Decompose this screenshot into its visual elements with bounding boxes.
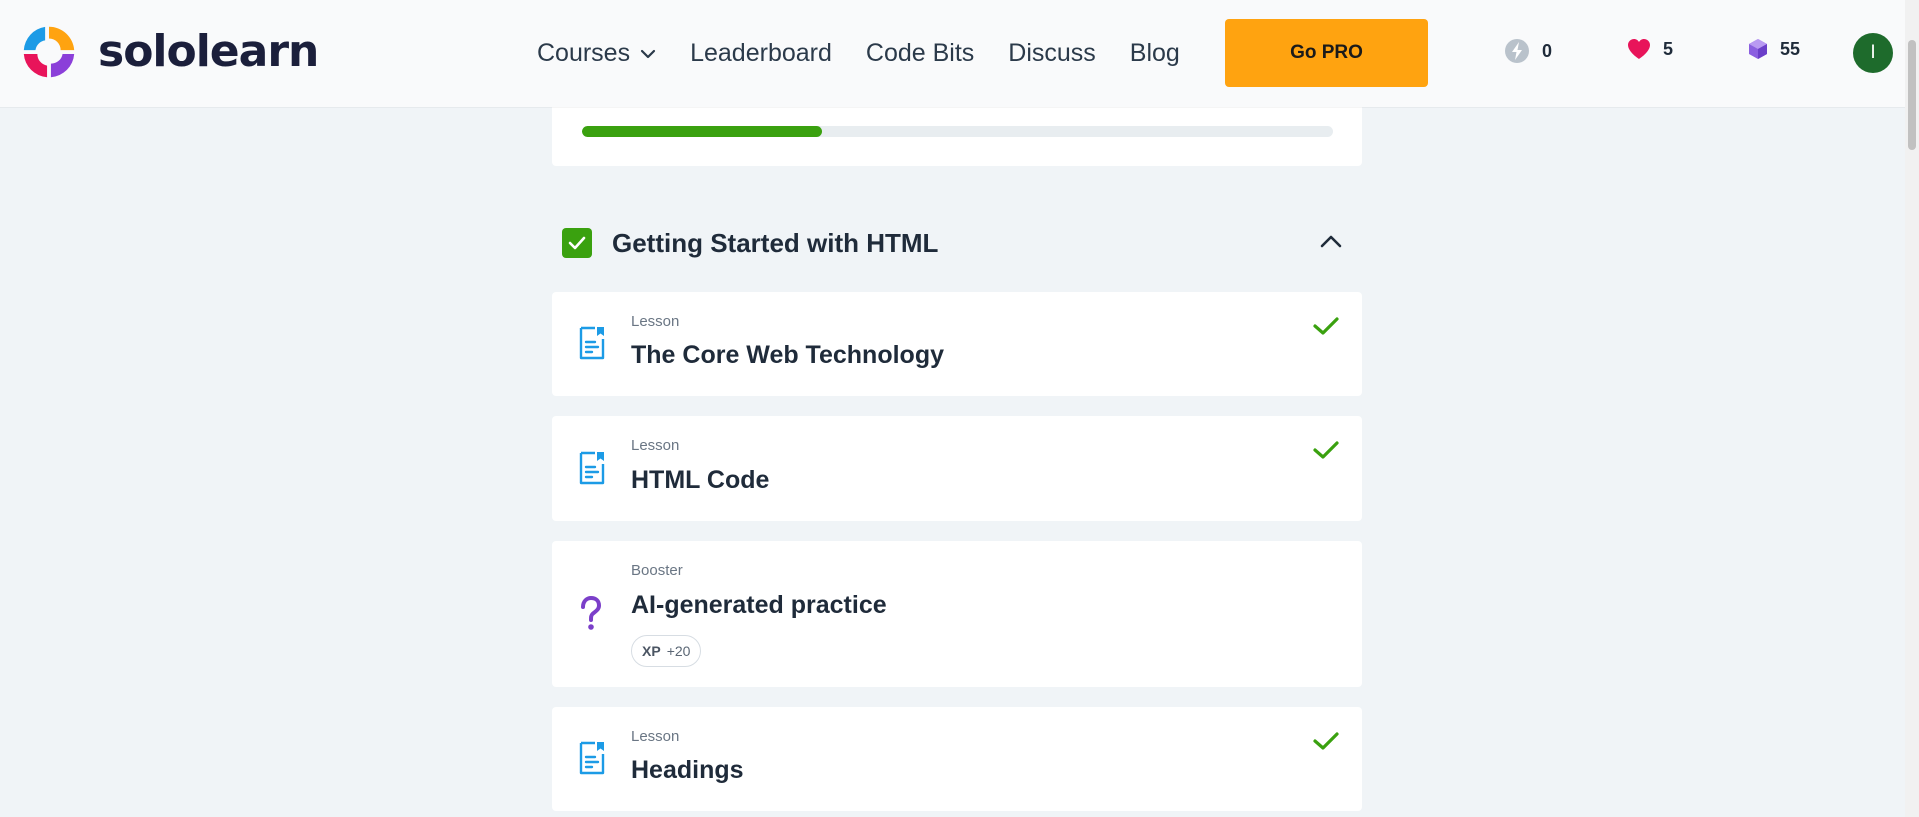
gem-icon — [1749, 39, 1767, 59]
nav-code-bits[interactable]: Code Bits — [866, 39, 974, 68]
collapse-button[interactable] — [1320, 234, 1342, 253]
chevron-up-icon — [1320, 235, 1342, 248]
brand-name: sololearn — [98, 26, 319, 77]
checkmark-icon — [568, 236, 586, 250]
top-navbar: sololearn Courses Leaderboard Code Bits … — [0, 0, 1919, 107]
nav-courses-label: Courses — [537, 39, 631, 67]
item-title: AI-generated practice — [631, 591, 887, 619]
go-pro-button[interactable]: Go PRO — [1225, 19, 1428, 87]
lightning-icon — [1505, 39, 1529, 63]
lesson-card[interactable]: Lesson Headings — [552, 707, 1362, 811]
module-header[interactable]: Getting Started with HTML — [562, 228, 1362, 258]
user-avatar[interactable]: I — [1853, 33, 1893, 73]
booster-card[interactable]: Booster AI-generated practice XP +20 — [552, 541, 1362, 687]
xp-label: XP — [642, 643, 661, 659]
main-nav: Courses Leaderboard Code Bits Discuss Bl… — [537, 0, 1214, 107]
streak-counter[interactable]: 0 — [1504, 38, 1552, 64]
lesson-icon — [579, 451, 605, 485]
lesson-icon — [579, 741, 605, 775]
lesson-card[interactable]: Lesson HTML Code — [552, 416, 1362, 521]
gems-count: 55 — [1780, 38, 1801, 59]
course-progress-fill — [582, 126, 823, 137]
sololearn-logo[interactable]: sololearn — [18, 21, 319, 83]
nav-blog[interactable]: Blog — [1130, 39, 1180, 68]
completed-check-icon — [1313, 317, 1339, 335]
streak-count: 0 — [1542, 40, 1553, 61]
item-title: Headings — [631, 756, 744, 784]
xp-reward-badge: XP +20 — [631, 635, 702, 667]
heart-icon — [1628, 39, 1650, 59]
completed-check-icon — [1313, 441, 1339, 459]
lesson-icon — [579, 326, 605, 360]
course-progress-bar — [582, 126, 1333, 137]
chevron-down-icon — [640, 49, 656, 58]
nav-discuss[interactable]: Discuss — [1008, 39, 1096, 68]
sololearn-logo-icon — [23, 26, 75, 78]
item-kind: Lesson — [631, 313, 680, 330]
item-kind: Booster — [631, 562, 683, 579]
item-kind: Lesson — [631, 728, 680, 745]
xp-value: +20 — [666, 643, 691, 659]
completed-check-icon — [1313, 732, 1339, 750]
module-complete-checkbox — [562, 228, 592, 258]
scrollbar-thumb[interactable] — [1908, 40, 1916, 150]
question-icon — [581, 595, 602, 630]
item-title: HTML Code — [631, 466, 770, 494]
nav-leaderboard[interactable]: Leaderboard — [690, 39, 832, 68]
hearts-count: 5 — [1663, 38, 1674, 59]
item-kind: Lesson — [631, 437, 680, 454]
hearts-counter[interactable]: 5 — [1627, 38, 1673, 60]
course-progress-card — [552, 107, 1362, 166]
page-scrollbar[interactable] — [1905, 0, 1919, 817]
module-title: Getting Started with HTML — [612, 227, 939, 258]
gems-counter[interactable]: 55 — [1748, 38, 1800, 60]
item-title: The Core Web Technology — [631, 341, 944, 369]
lesson-card[interactable]: Lesson The Core Web Technology — [552, 292, 1362, 396]
nav-courses[interactable]: Courses — [537, 39, 656, 68]
